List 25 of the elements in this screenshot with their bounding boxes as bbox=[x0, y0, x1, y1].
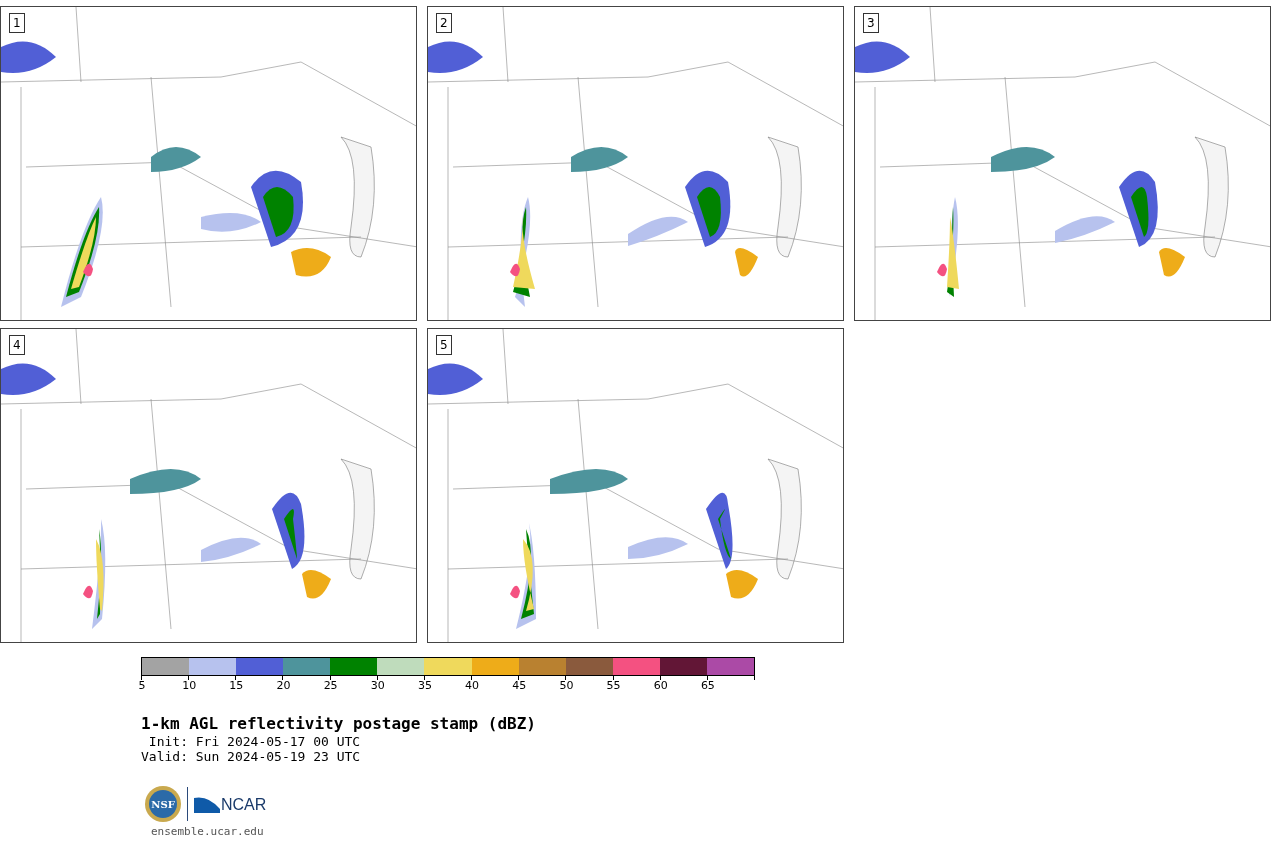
tick-label: 30 bbox=[370, 680, 385, 692]
tick-label: 35 bbox=[417, 680, 432, 692]
panel-number: 2 bbox=[436, 13, 452, 33]
panel-number: 4 bbox=[9, 335, 25, 355]
panel-number: 3 bbox=[863, 13, 879, 33]
site-url: ensemble.ucar.edu bbox=[151, 824, 264, 840]
tick-label: 65 bbox=[700, 680, 715, 692]
valid-time: Valid: Sun 2024-05-19 23 UTC bbox=[141, 749, 361, 764]
ncar-wordmark: NCAR bbox=[221, 797, 267, 813]
tick-label: 15 bbox=[229, 680, 244, 692]
plot-title: 1-km AGL reflectivity postage stamp (dBZ) bbox=[141, 714, 536, 734]
panel-number: 1 bbox=[9, 13, 25, 33]
tick-label: 20 bbox=[276, 680, 291, 692]
init-time: Init: Fri 2024-05-17 00 UTC bbox=[147, 734, 361, 749]
tick-label: 25 bbox=[323, 680, 338, 692]
tick-label: 40 bbox=[465, 680, 480, 692]
panel-number: 5 bbox=[436, 335, 452, 355]
tick-label: 10 bbox=[182, 680, 197, 692]
tick-label: 60 bbox=[653, 680, 668, 692]
tick-label: 45 bbox=[512, 680, 527, 692]
tick-label: 55 bbox=[606, 680, 621, 692]
seal-text: NSF bbox=[151, 797, 175, 812]
tick-label: 50 bbox=[559, 680, 574, 692]
tick-label: 5 bbox=[138, 680, 146, 692]
swoosh-icon bbox=[194, 795, 220, 813]
